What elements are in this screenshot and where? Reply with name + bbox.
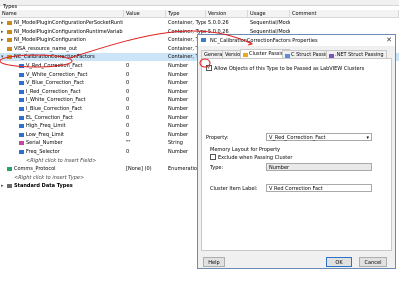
number-icon — [19, 98, 24, 103]
cell-name: VISA_resource_name_out — [14, 45, 78, 52]
property-select-value: V_Red_Correction_Fact — [269, 135, 326, 141]
cell-usage: Sequential/Model... — [250, 20, 290, 26]
table-row[interactable]: ▸ NI_ModelPluginConfigurationPerSocketRun… — [0, 19, 399, 27]
dialog-title-bar[interactable]: NC_CalibrationCorrectionFactors Properti… — [198, 35, 395, 46]
cell-name: NC_CalibrationCorrectionFactors — [14, 54, 95, 61]
cell-value: 0 — [126, 106, 130, 112]
cell-value: 0 — [126, 80, 130, 87]
number-icon — [19, 124, 24, 129]
number-icon — [19, 81, 24, 86]
number-icon — [19, 132, 24, 137]
allow-cluster-label: Allow Objects of this Type to be Passed … — [214, 66, 365, 72]
dialog-title: NC_CalibrationCorrectionFactors Properti… — [210, 38, 318, 44]
cell-value: 0 — [126, 149, 130, 155]
close-icon[interactable]: ✕ — [386, 36, 392, 44]
cell-name: Standard Data Types — [14, 183, 73, 190]
property-label: Property: — [206, 135, 229, 141]
container-icon — [7, 29, 12, 34]
number-icon — [19, 72, 24, 77]
cell-value: 0 — [126, 71, 130, 78]
expand-icon[interactable]: ▸ — [1, 182, 4, 190]
cell-value: 0 — [126, 97, 130, 104]
col-header-usage[interactable]: Usage — [248, 10, 290, 18]
cell-name: High_Freq_Limit — [26, 123, 66, 130]
cell-name: V_White_Correction_Fact — [26, 71, 88, 78]
cluster-item-label: Cluster Item Label: — [210, 186, 258, 192]
cell-name: Low_Freq_Limit — [26, 131, 64, 138]
collapse-icon[interactable]: ▾ — [1, 53, 4, 61]
cancel-button[interactable]: Cancel — [359, 257, 387, 267]
dialog-app-icon — [201, 38, 206, 42]
cell-name: NI_ModelPluginConfigurationPerSocketRunt… — [14, 20, 123, 26]
col-header-comment[interactable]: Comment — [290, 10, 399, 18]
cell-name: EL_Correction_Fact — [26, 114, 74, 121]
help-button[interactable]: Help — [203, 257, 225, 267]
exclude-checkbox[interactable] — [210, 154, 216, 160]
cell-value: 0 — [126, 63, 130, 69]
chevron-down-icon: ▾ — [366, 135, 369, 141]
cell-value: "" — [126, 140, 131, 147]
string-icon — [19, 141, 24, 146]
cluster-passing-panel: ✓ Allow Objects of this Type to be Passe… — [201, 58, 392, 251]
cell-value: 0 — [126, 123, 130, 130]
cell-name: Comms_Protocol — [14, 166, 56, 173]
expand-icon[interactable]: ▸ — [1, 19, 4, 27]
cell-name: <Right click to insert Field> — [26, 157, 97, 164]
labview-icon — [243, 53, 248, 57]
container-icon — [7, 21, 12, 25]
cell-name: V_Red_Correction_Fact — [26, 63, 83, 69]
expand-icon[interactable]: ▸ — [1, 36, 4, 44]
property-select[interactable]: V_Red_Correction_Fact ▾ — [266, 133, 372, 141]
number-icon — [19, 115, 24, 120]
cluster-item-input[interactable]: V Red Correction Fact — [266, 184, 372, 192]
cell-name: Serial_Number — [26, 140, 63, 147]
number-icon — [19, 89, 24, 94]
top-toolbar — [0, 0, 399, 6]
folder-icon — [7, 184, 12, 189]
container-icon — [7, 38, 12, 43]
exclude-label: Exclude when Passing Cluster — [218, 155, 293, 161]
cell-value: 0 — [126, 131, 130, 138]
type-field: Number — [266, 163, 372, 171]
memory-layout-group-label: Memory Layout for Property — [210, 147, 281, 153]
cell-value: [None] (0) — [126, 166, 152, 173]
cell-name: I_Blue_Correction_Fact — [26, 106, 83, 112]
ok-button[interactable]: OK — [326, 257, 352, 267]
cell-name: V_Blue_Correction_Fact — [26, 80, 85, 87]
cell-version: 5.0.0.26 — [208, 20, 229, 26]
expand-icon[interactable]: ▸ — [1, 28, 4, 36]
cell-name: <Right click to insert Type> — [14, 174, 85, 181]
cell-value: 0 — [126, 114, 130, 121]
enum-icon — [7, 167, 12, 172]
col-header-version[interactable]: Version — [206, 10, 248, 18]
type-label: Type: — [210, 165, 224, 171]
cell-name: I_Red_Correction_Fact — [26, 88, 81, 95]
container-icon — [7, 46, 12, 51]
cell-type: Container, Type ... — [168, 20, 206, 26]
cell-name: NI_ModelPluginConfigurationRuntimeVariab… — [14, 28, 123, 35]
properties-dialog: NC_CalibrationCorrectionFactors Properti… — [197, 34, 396, 269]
cell-value: 0 — [126, 88, 130, 95]
cell-name: NI_ModelPluginConfiguration — [14, 37, 86, 44]
col-header-name[interactable]: Name — [0, 10, 124, 18]
col-header-type[interactable]: Type — [166, 10, 206, 18]
cell-name: I_White_Correction_Fact — [26, 97, 86, 104]
allow-cluster-checkbox[interactable]: ✓ — [206, 65, 212, 71]
cell-name: Freq_Selector — [26, 149, 60, 155]
col-header-value[interactable]: Value — [124, 10, 166, 18]
container-icon — [7, 55, 12, 60]
number-icon — [19, 64, 24, 68]
number-icon — [19, 150, 24, 154]
number-icon — [19, 107, 24, 111]
